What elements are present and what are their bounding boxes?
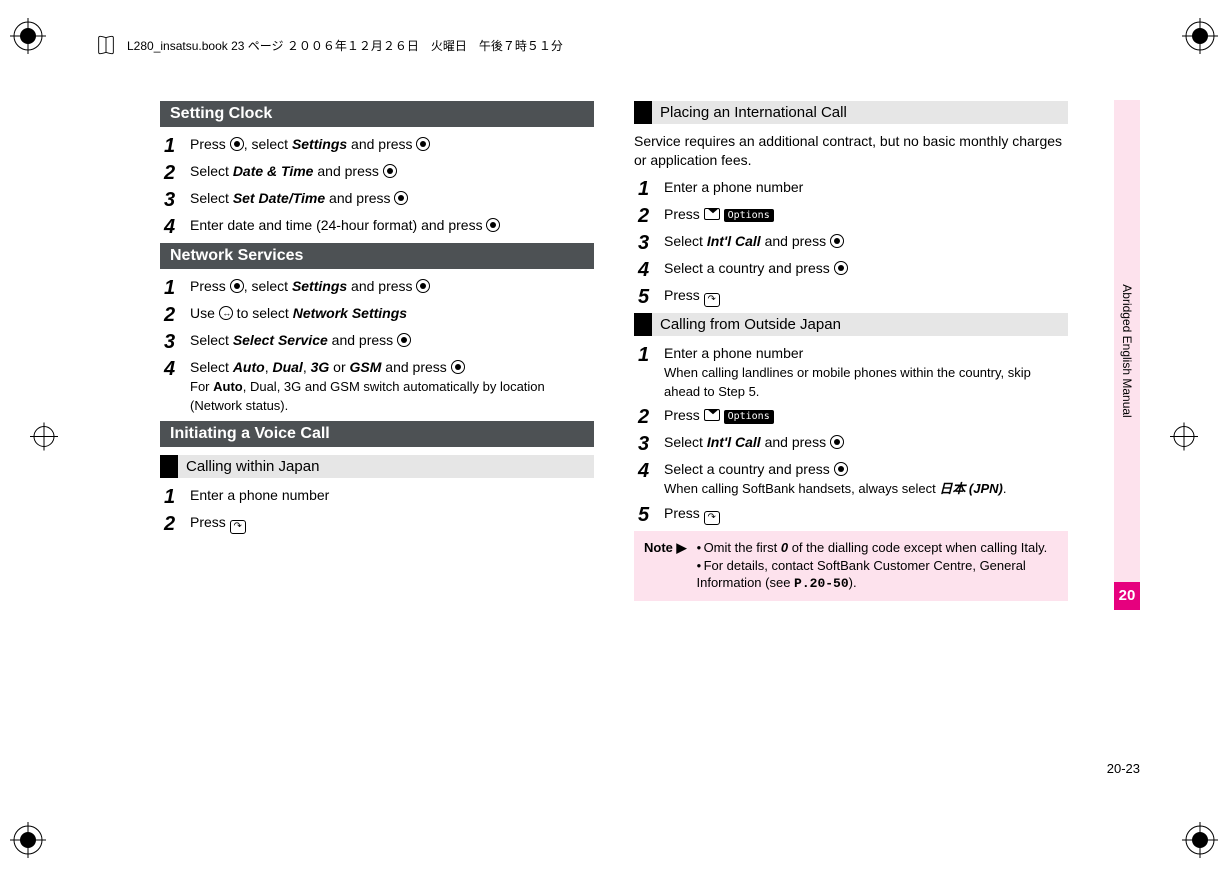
options-softkey-icon: Options (724, 209, 774, 223)
chapter-number: 20 (1114, 582, 1140, 610)
print-header: L280_insatsu.book 23 ページ ２００６年１２月２６日 火曜日… (95, 34, 563, 56)
step: 3Select Int'l Call and press (638, 433, 1068, 454)
left-right-key-icon (219, 306, 233, 320)
registration-mark-icon (30, 423, 58, 454)
step: 2 Use to select Network Settings (164, 304, 594, 325)
crop-mark-icon (10, 18, 46, 54)
center-key-icon (230, 279, 244, 293)
step: 5Press (638, 286, 1068, 307)
call-key-icon (230, 520, 246, 534)
note-item: Omit the first 0 of the dialling code ex… (697, 539, 1059, 557)
center-key-icon (397, 333, 411, 347)
intro-text: Service requires an additional contract,… (634, 132, 1068, 170)
chapter-side-tab: Abridged English Manual 20 (1114, 100, 1140, 610)
step: 1 Press , select Settings and press (164, 277, 594, 298)
call-key-icon (704, 511, 720, 525)
center-key-icon (394, 191, 408, 205)
center-key-icon (416, 279, 430, 293)
center-key-icon (230, 137, 244, 151)
step: 4 Enter date and time (24-hour format) a… (164, 216, 594, 237)
step: 3 Select Set Date/Time and press (164, 189, 594, 210)
step: 2 Press (164, 513, 594, 534)
section-heading: Network Services (160, 243, 594, 269)
step: 3 Select Select Service and press (164, 331, 594, 352)
subsection-heading: Calling from Outside Japan (634, 313, 1068, 336)
section-heading: Initiating a Voice Call (160, 421, 594, 447)
crop-mark-icon (1182, 822, 1218, 858)
call-key-icon (704, 293, 720, 307)
note-box: Note ▶ Omit the first 0 of the dialling … (634, 531, 1068, 601)
step: 2Press Options (638, 406, 1068, 427)
subsection-heading: Placing an International Call (634, 101, 1068, 124)
chapter-side-label: Abridged English Manual (1120, 284, 1134, 417)
print-header-text: L280_insatsu.book 23 ページ ２００６年１２月２６日 火曜日… (127, 37, 563, 54)
center-key-icon (830, 234, 844, 248)
center-key-icon (834, 261, 848, 275)
note-list: Omit the first 0 of the dialling code ex… (693, 539, 1059, 593)
registration-mark-icon (1170, 423, 1198, 454)
center-key-icon (383, 164, 397, 178)
section-heading: Setting Clock (160, 101, 594, 127)
step: 5Press (638, 504, 1068, 525)
note-item: For details, contact SoftBank Customer C… (697, 557, 1059, 593)
center-key-icon (830, 435, 844, 449)
step: 1Enter a phone numberWhen calling landli… (638, 344, 1068, 401)
book-icon (95, 34, 117, 56)
mail-key-icon (704, 409, 720, 421)
step: 4Select a country and press When calling… (638, 460, 1068, 498)
step: 1Enter a phone number (638, 178, 1068, 199)
left-column: Setting Clock 1 Press , select Settings … (160, 95, 594, 601)
crop-mark-icon (1182, 18, 1218, 54)
center-key-icon (486, 218, 500, 232)
step: 4Select a country and press (638, 259, 1068, 280)
subsection-heading: Calling within Japan (160, 455, 594, 478)
step: 1 Press , select Settings and press (164, 135, 594, 156)
right-column: Placing an International Call Service re… (634, 95, 1068, 601)
center-key-icon (834, 462, 848, 476)
note-label: Note ▶ (644, 539, 687, 593)
step: 4 Select Auto, Dual, 3G or GSM and press… (164, 358, 594, 415)
step: 2Press Options (638, 205, 1068, 226)
mail-key-icon (704, 208, 720, 220)
page-number: 20-23 (1107, 761, 1140, 776)
center-key-icon (416, 137, 430, 151)
step: 3Select Int'l Call and press (638, 232, 1068, 253)
step: 2 Select Date & Time and press (164, 162, 594, 183)
center-key-icon (451, 360, 465, 374)
step: 1 Enter a phone number (164, 486, 594, 507)
options-softkey-icon: Options (724, 410, 774, 424)
crop-mark-icon (10, 822, 46, 858)
